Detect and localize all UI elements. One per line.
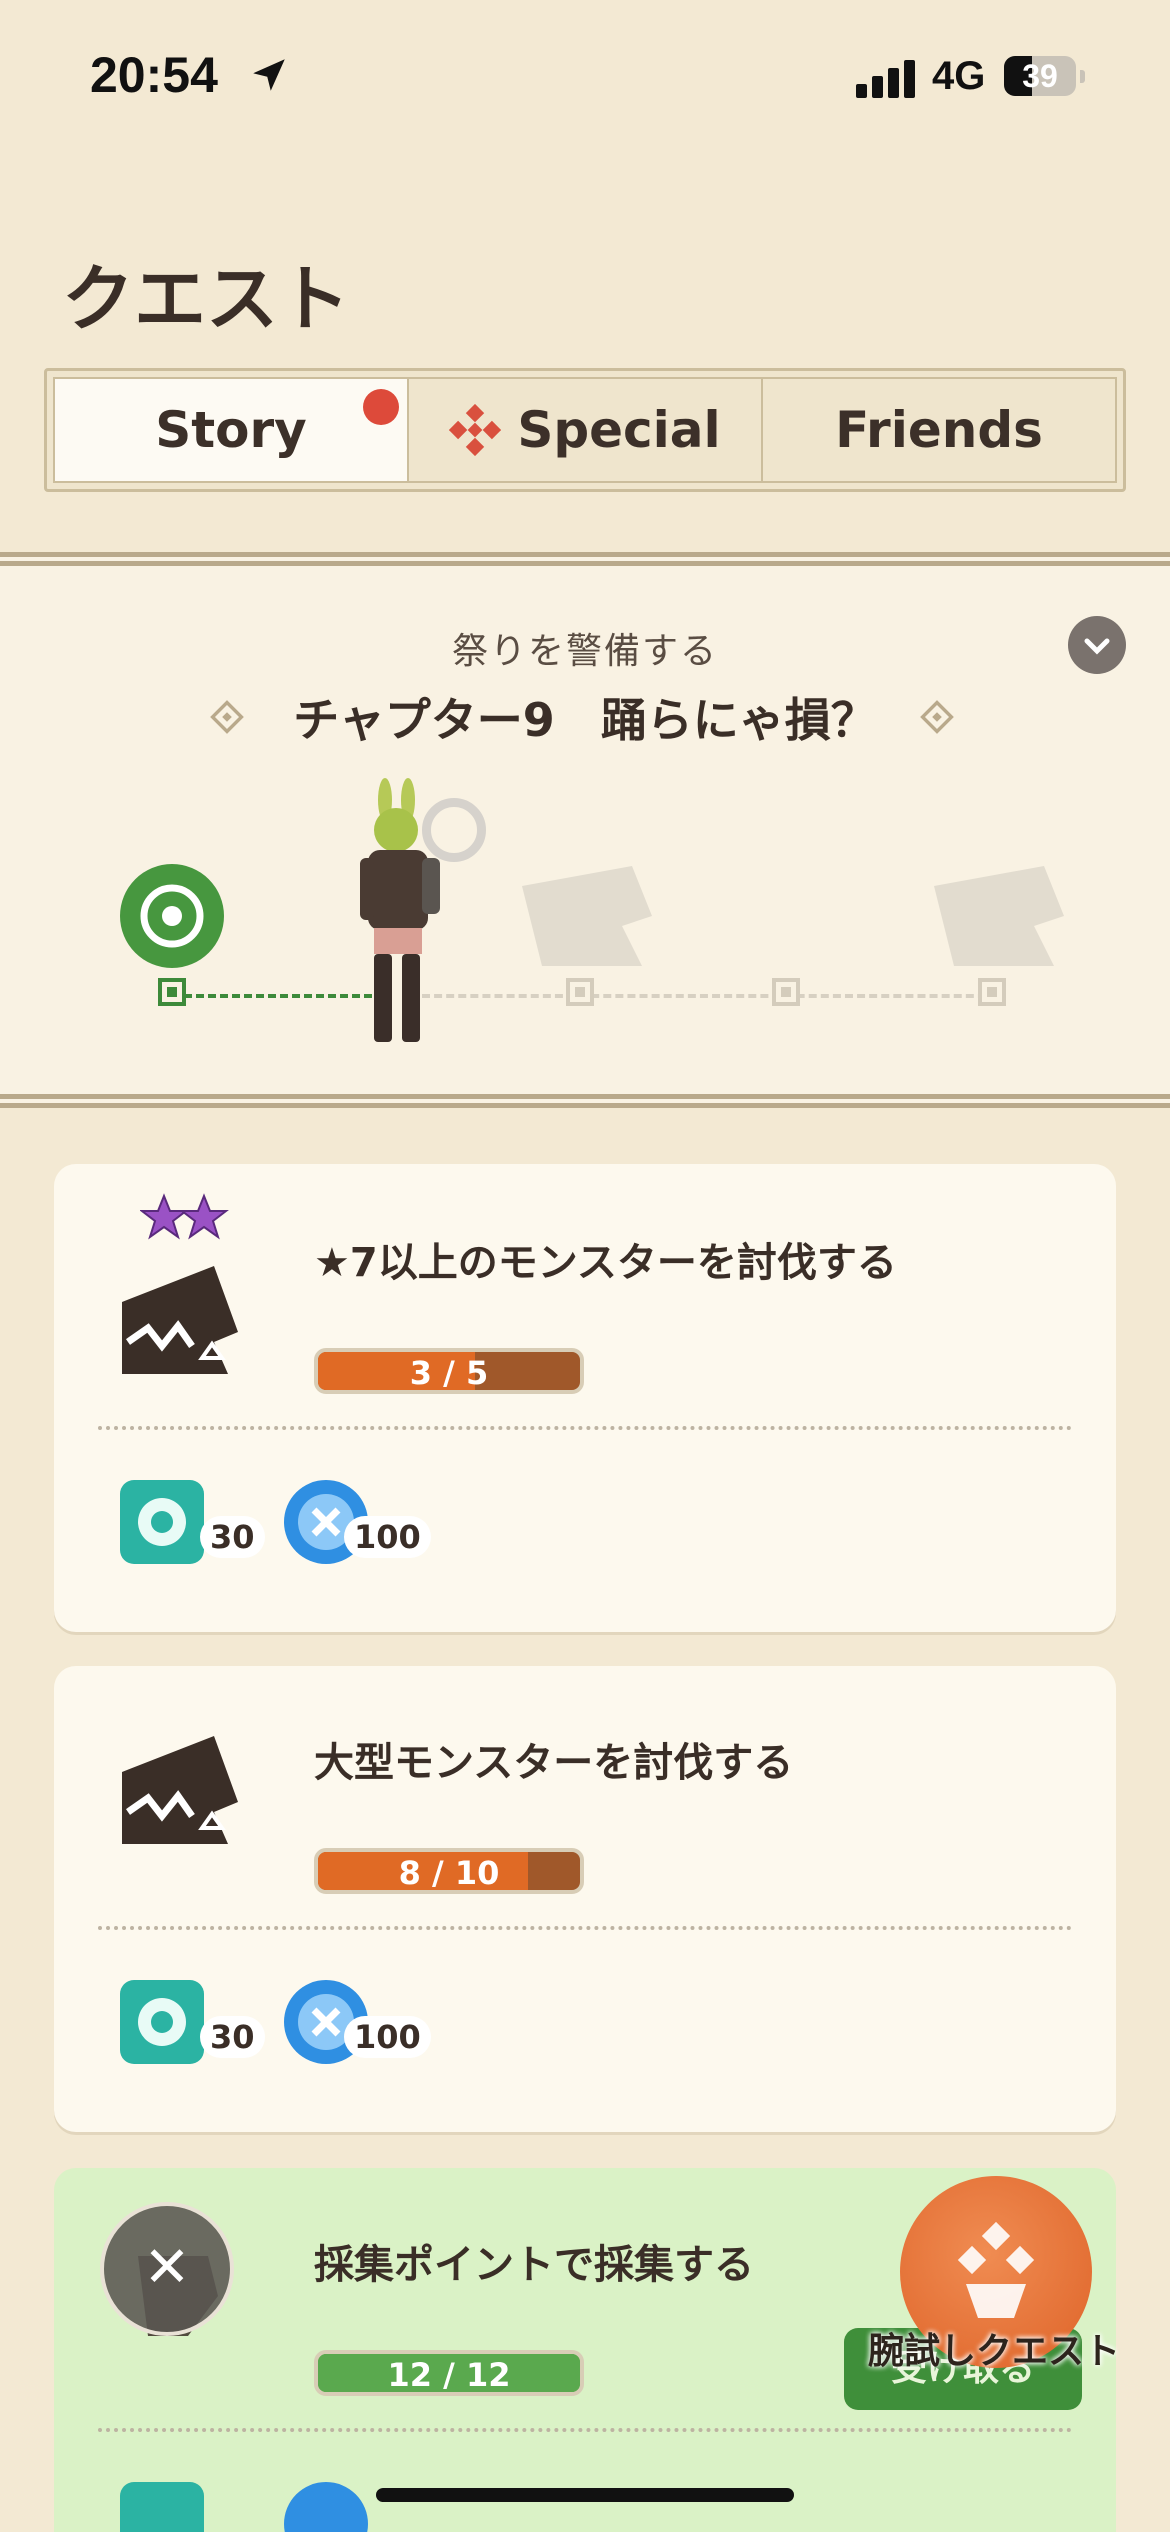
quest-progress-bar: 3 / 5 xyxy=(314,1348,584,1394)
hunter-avatar xyxy=(360,778,440,1042)
tab-bar: Story Special Friends xyxy=(44,368,1126,492)
status-time: 20:54 xyxy=(90,47,218,103)
quest-card[interactable]: ★7以上のモンスターを討伐する 3 / 5 30 100 xyxy=(54,1164,1116,1632)
gem-ticket-icon xyxy=(120,1980,204,2064)
page-title: クエスト xyxy=(62,257,351,341)
chapter-panel: 祭りを警備する チャプター9 踊らにゃ損？ xyxy=(0,552,1170,1108)
divider xyxy=(98,1926,1072,1930)
chapter-title: チャプター9 踊らにゃ損？ xyxy=(293,693,877,747)
progress-node xyxy=(158,978,186,1006)
blue-orb-icon xyxy=(284,2482,368,2532)
chapter-start-badge-icon xyxy=(120,864,224,968)
network-type: 4G xyxy=(932,54,986,98)
tab-story-label: Story xyxy=(155,401,307,459)
tab-story[interactable]: Story xyxy=(55,379,409,481)
status-bar: 20:54 4G 39 xyxy=(0,0,1170,150)
close-icon: ✕ xyxy=(143,2235,191,2300)
tab-special-label: Special xyxy=(517,401,721,459)
difficulty-stars-icon xyxy=(140,1193,229,1240)
special-emblem-icon xyxy=(449,404,502,456)
reward-count: 100 xyxy=(344,1516,431,1558)
progress-node xyxy=(978,978,1006,1006)
divider xyxy=(98,1426,1072,1430)
divider xyxy=(98,2428,1072,2432)
gem-ticket-icon xyxy=(120,2482,204,2532)
quest-progress-bar: 12 / 12 xyxy=(314,2350,584,2396)
battery-icon: 39 xyxy=(1004,56,1076,96)
battery-tip xyxy=(1080,70,1085,83)
large-monster-icon xyxy=(122,1736,238,1844)
reward-item xyxy=(114,2476,210,2532)
chapter-subtitle: 祭りを警備する xyxy=(451,631,718,672)
close-button[interactable]: ✕ xyxy=(100,2202,234,2336)
quest-card[interactable]: 大型モンスターを討伐する 8 / 10 30 100 xyxy=(54,1666,1116,2132)
collapse-button[interactable] xyxy=(1068,616,1126,674)
quest-progress-label: 12 / 12 xyxy=(387,2356,511,2394)
quest-title: 大型モンスターを討伐する xyxy=(314,1740,794,1786)
reward-item: 100 xyxy=(278,1974,431,2074)
battery-percent: 39 xyxy=(1022,58,1058,94)
quest-progress-label: 8 / 10 xyxy=(398,1854,500,1892)
reward-item: 100 xyxy=(278,1474,431,1574)
reward-count: 100 xyxy=(344,2016,431,2058)
progress-node xyxy=(566,978,594,1006)
reward-item xyxy=(278,2476,374,2532)
chevron-down-icon xyxy=(1084,638,1110,655)
quest-title: 採集ポイントで採集する xyxy=(314,2242,754,2288)
reward-count: 30 xyxy=(200,1516,265,1558)
progress-node xyxy=(772,978,800,1006)
quest-progress-label: 3 / 5 xyxy=(409,1354,489,1392)
tab-friends-label: Friends xyxy=(835,401,1043,459)
reward-count: 30 xyxy=(200,2016,265,2058)
diamond-ornament-icon xyxy=(920,700,954,734)
locked-monster-icon xyxy=(522,866,652,966)
cell-signal-icon xyxy=(856,58,916,98)
quest-progress-bar: 8 / 10 xyxy=(314,1848,584,1894)
home-indicator xyxy=(376,2488,794,2502)
tab-friends[interactable]: Friends xyxy=(763,379,1115,481)
quest-title: ★7以上のモンスターを討伐する xyxy=(314,1240,897,1286)
reward-item: 30 xyxy=(114,1974,265,2074)
location-arrow-icon xyxy=(253,59,285,91)
large-monster-icon xyxy=(122,1266,238,1374)
notification-dot xyxy=(363,389,399,425)
reward-item: 30 xyxy=(114,1474,265,1574)
challenge-quest-label: 腕試しクエスト xyxy=(868,2331,1121,2372)
tab-special[interactable]: Special xyxy=(409,379,763,481)
locked-monster-icon xyxy=(934,866,1064,966)
gem-ticket-icon xyxy=(120,1480,204,1564)
